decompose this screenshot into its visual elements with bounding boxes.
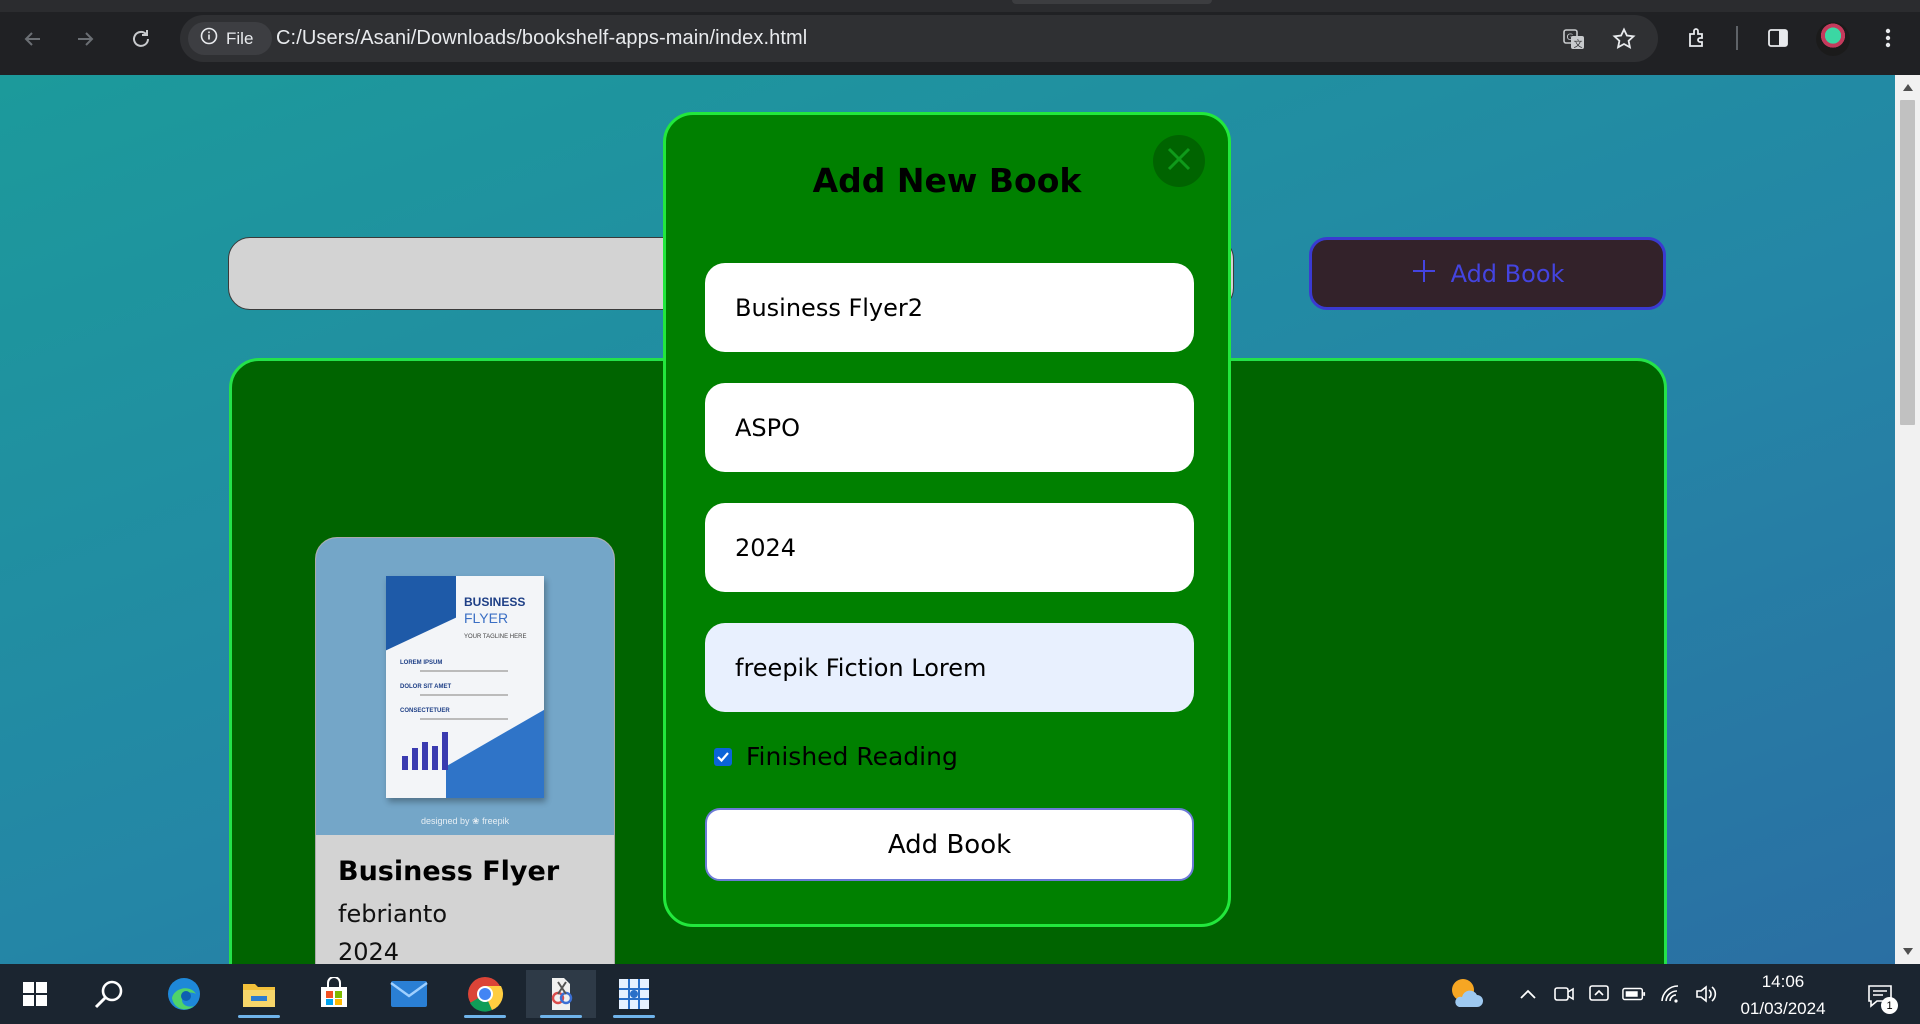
system-clock[interactable]: 14:06 01/03/2024: [1728, 968, 1838, 1022]
description-input[interactable]: [705, 623, 1194, 712]
add-book-modal: Add New Book Finished Reading Add Book: [663, 112, 1231, 927]
forward-icon[interactable]: [68, 22, 102, 56]
book-card[interactable]: BUSINESS FLYER YOUR TAGLINE HERE LOREM I…: [315, 537, 615, 964]
address-bar[interactable]: File C:/Users/Asani/Downloads/bookshelf-…: [180, 15, 1658, 62]
book-year: 2024: [338, 938, 400, 964]
finished-reading-row: Finished Reading: [714, 742, 958, 771]
weather-icon[interactable]: [1446, 974, 1484, 1012]
clock-date: 01/03/2024: [1740, 999, 1826, 1018]
mail-icon[interactable]: [376, 970, 442, 1018]
finished-reading-checkbox[interactable]: [714, 747, 732, 766]
modal-title: Add New Book: [812, 161, 1082, 200]
chrome-icon[interactable]: [452, 970, 518, 1018]
wifi-icon[interactable]: [1659, 982, 1683, 1006]
site-chip-label: File: [226, 28, 254, 48]
grid-app-icon[interactable]: [601, 970, 667, 1018]
url-text[interactable]: C:/Users/Asani/Downloads/bookshelf-apps-…: [276, 27, 807, 50]
svg-text:G: G: [1567, 33, 1574, 43]
file-explorer-icon[interactable]: [226, 970, 292, 1018]
browser-toolbar: File C:/Users/Asani/Downloads/bookshelf-…: [0, 0, 1920, 75]
camera-icon[interactable]: [1552, 982, 1576, 1006]
battery-icon[interactable]: [1622, 982, 1646, 1006]
add-book-button-label: Add Book: [1450, 259, 1565, 288]
finished-reading-label[interactable]: Finished Reading: [746, 742, 958, 771]
cover-credit: designed by ❀ freepik: [421, 816, 510, 826]
chevron-up-icon[interactable]: [1516, 982, 1540, 1006]
book-author: febrianto: [338, 900, 447, 928]
book-title: Business Flyer: [338, 856, 560, 887]
year-input[interactable]: [705, 503, 1194, 592]
close-modal-button[interactable]: [1153, 135, 1205, 187]
book-cover-image: BUSINESS FLYER YOUR TAGLINE HERE LOREM I…: [316, 538, 614, 835]
profile-avatar[interactable]: [1816, 22, 1850, 56]
screen-share-icon[interactable]: [1587, 982, 1611, 1006]
site-info-chip[interactable]: File: [188, 22, 272, 55]
scroll-down-arrow[interactable]: [1903, 948, 1913, 955]
notification-badge: 1: [1881, 997, 1898, 1014]
bookmark-star-icon[interactable]: [1610, 25, 1638, 53]
reload-icon[interactable]: [124, 22, 158, 56]
flyer-graphic: BUSINESS FLYER YOUR TAGLINE HERE LOREM I…: [386, 576, 544, 798]
volume-icon[interactable]: [1694, 982, 1718, 1006]
submit-add-book-button[interactable]: Add Book: [705, 808, 1194, 881]
scroll-thumb[interactable]: [1900, 100, 1915, 425]
title-input[interactable]: [705, 263, 1194, 352]
windows-taskbar: 14:06 01/03/2024 1: [0, 964, 1920, 1024]
store-icon[interactable]: [301, 970, 367, 1018]
active-tab[interactable]: [1012, 0, 1212, 4]
side-panel-icon[interactable]: [1760, 20, 1796, 56]
add-book-button[interactable]: Add Book: [1309, 237, 1666, 310]
clock-time: 14:06: [1761, 972, 1805, 991]
toolbar-separator: [1736, 26, 1738, 50]
author-input[interactable]: [705, 383, 1194, 472]
translate-icon[interactable]: 文G: [1560, 25, 1588, 53]
close-icon: [1166, 146, 1192, 176]
page-scrollbar[interactable]: [1895, 75, 1920, 964]
info-icon: [200, 27, 218, 50]
start-icon[interactable]: [2, 970, 68, 1018]
plus-icon: [1411, 258, 1437, 290]
svg-text:文: 文: [1574, 38, 1583, 50]
notification-center-icon[interactable]: 1: [1862, 978, 1898, 1014]
browser-menu-icon[interactable]: [1870, 20, 1906, 56]
back-icon[interactable]: [16, 22, 50, 56]
edge-icon[interactable]: [151, 970, 217, 1018]
snipping-tool-icon[interactable]: [526, 970, 596, 1018]
search-icon[interactable]: [76, 970, 142, 1018]
scroll-up-arrow[interactable]: [1903, 84, 1913, 91]
extensions-icon[interactable]: [1680, 20, 1716, 56]
tab-strip: [0, 0, 1920, 12]
